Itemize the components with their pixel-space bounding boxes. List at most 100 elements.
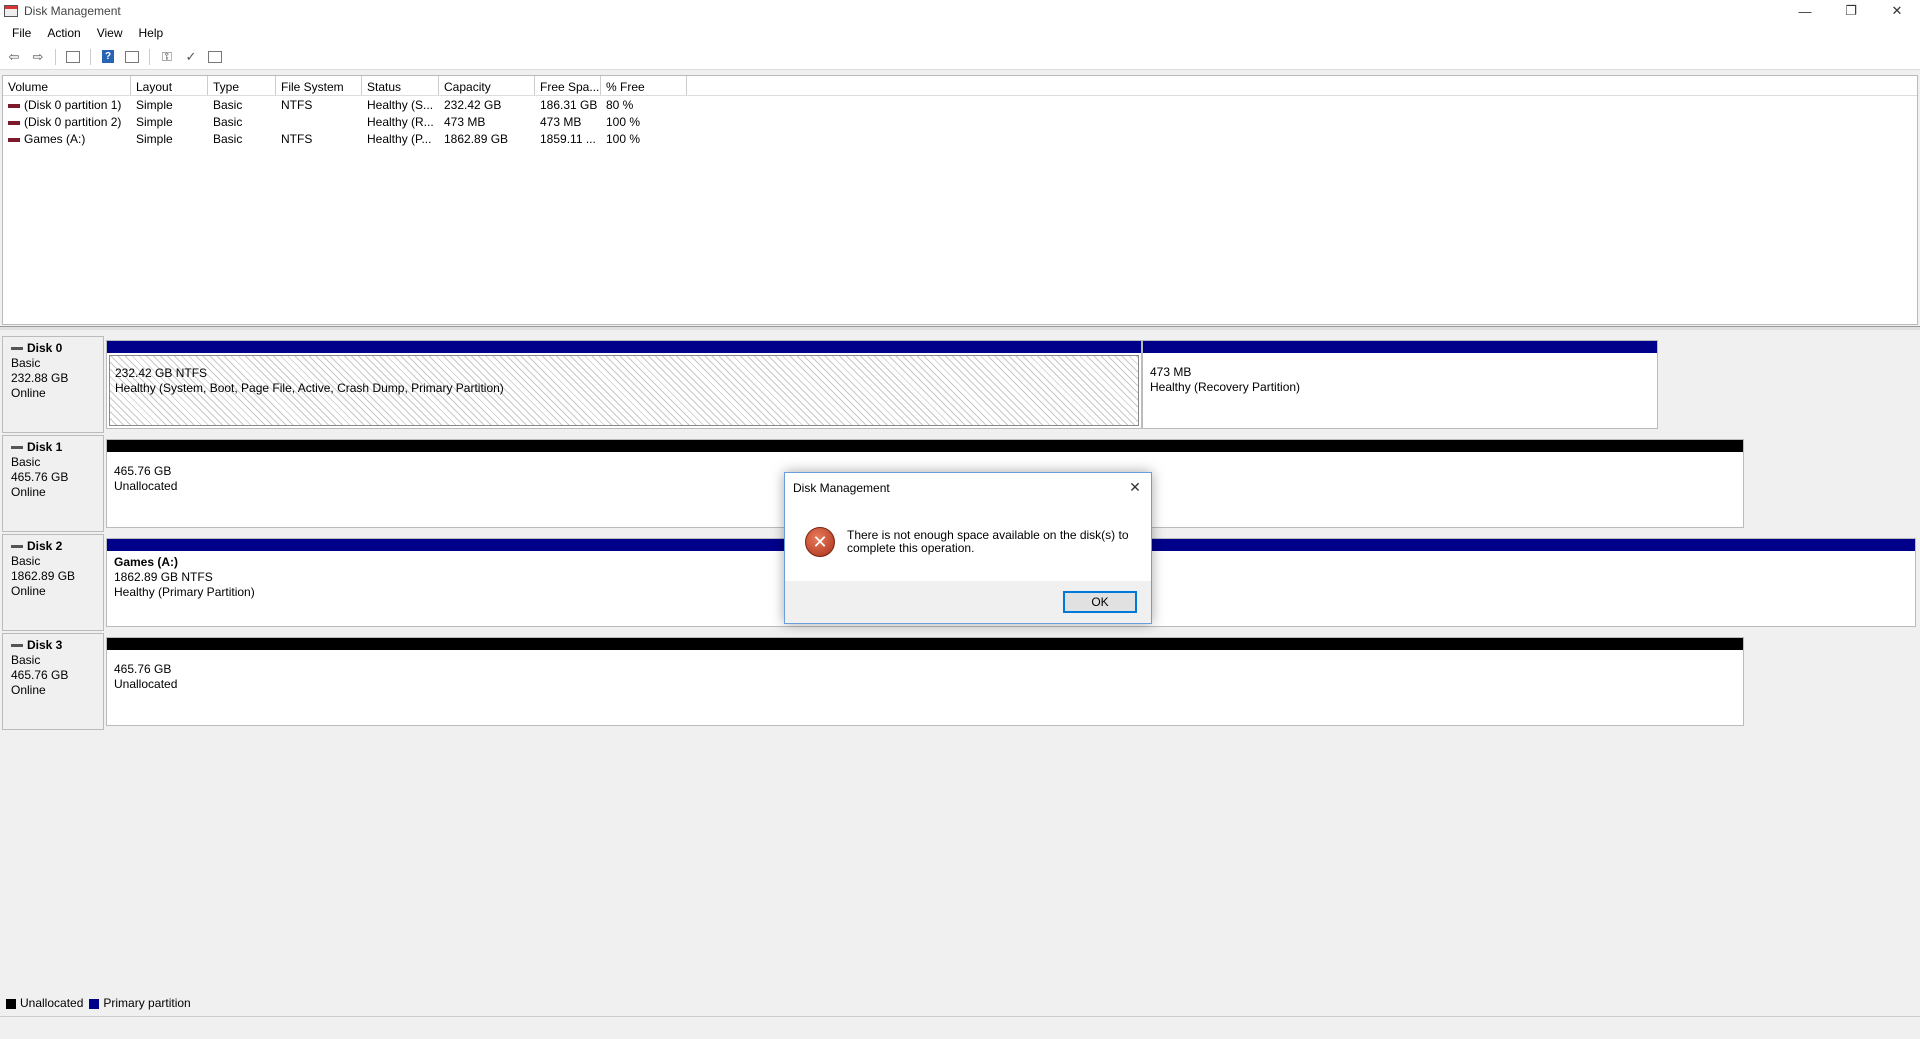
partition-body: 473 MB Healthy (Recovery Partition) [1145,355,1655,426]
cell-volume: (Disk 0 partition 2) [24,115,122,129]
cell-percent-free: 100 % [606,132,641,146]
console-tree-icon [66,50,80,63]
table-row[interactable]: (Disk 0 partition 2) Simple Basic Health… [3,113,1917,130]
connect-button[interactable]: ⚿ [157,48,177,66]
dialog-title: Disk Management [793,481,890,495]
partition-size: 473 MB [1150,365,1192,379]
forward-arrow-icon[interactable]: ⇨ [28,48,48,66]
status-bar [0,1016,1920,1039]
volume-list: Volume Layout Type File System Status Ca… [2,75,1918,325]
cell-type: Basic [213,132,243,146]
cell-layout: Simple [136,98,173,112]
disk-size: 465.76 GB [11,668,69,682]
help-button[interactable]: ? [98,48,118,66]
partition-size: 465.76 GB [114,662,172,676]
cell-status: Healthy (P... [367,132,432,146]
settings-list-button[interactable] [205,48,225,66]
cell-file-system [276,113,362,130]
cell-type: Basic [213,115,243,129]
disk-management-app-icon [4,5,18,17]
table-row[interactable]: (Disk 0 partition 1) Simple Basic NTFS H… [3,96,1917,113]
cell-layout: Simple [136,132,173,146]
disk-size: 1862.89 GB [11,569,76,583]
disk-label[interactable]: Disk 2 Basic 1862.89 GB Online [2,534,104,631]
dialog-message: There is not enough space available on t… [847,528,1129,555]
cell-status: Healthy (S... [367,98,434,112]
partition-status: Healthy (Recovery Partition) [1150,380,1301,394]
column-layout[interactable]: Layout [131,76,208,95]
legend: Unallocated Primary partition [2,994,191,1012]
cell-volume: Games (A:) [24,132,86,146]
title-bar: Disk Management — ❐ ✕ [0,0,1920,22]
restore-button[interactable]: ❐ [1828,0,1874,22]
check-icon[interactable]: ✓ [181,48,201,66]
back-arrow-icon[interactable]: ⇦ [4,48,24,66]
disk-state: Online [11,584,46,598]
cell-percent-free: 80 % [606,98,634,112]
volume-icon [8,103,20,108]
disk-name: Disk 3 [27,638,63,652]
primary-partition-bar [107,341,1141,353]
primary-partition-bar [1143,341,1657,353]
volume-list-header: Volume Layout Type File System Status Ca… [3,76,1917,96]
partition-block[interactable]: 232.42 GB NTFS Healthy (System, Boot, Pa… [106,340,1142,429]
cell-type: Basic [213,98,243,112]
table-row[interactable]: Games (A:) Simple Basic NTFS Healthy (P.… [3,130,1917,147]
menu-action[interactable]: Action [39,24,88,42]
partition-block[interactable]: 473 MB Healthy (Recovery Partition) [1142,340,1658,429]
unallocated-bar [107,440,1743,452]
pane-splitter[interactable] [0,326,1920,330]
toolbar-separator [90,48,91,65]
menu-file[interactable]: File [4,24,39,42]
legend-primary-label: Primary partition [103,996,191,1010]
disk-icon [11,545,23,549]
partition-body: 232.42 GB NTFS Healthy (System, Boot, Pa… [109,355,1139,426]
column-type[interactable]: Type [208,76,276,95]
dialog-close-button[interactable]: ✕ [1125,477,1145,497]
cell-status: Healthy (R... [367,115,434,129]
close-button[interactable]: ✕ [1874,0,1920,22]
disk-label[interactable]: Disk 1 Basic 465.76 GB Online [2,435,104,532]
primary-swatch [89,998,100,1009]
cell-capacity: 473 MB [444,115,486,129]
error-dialog: Disk Management ✕ ✕ There is not enough … [784,472,1152,624]
partition-body: 465.76 GB Unallocated [109,652,1741,723]
cell-free-space: 186.31 GB [540,98,598,112]
properties-button[interactable] [122,48,142,66]
cell-free-space: 473 MB [540,115,582,129]
ok-button[interactable]: OK [1063,591,1137,613]
menu-bar: File Action View Help [0,22,1920,44]
help-icon: ? [102,50,114,63]
disk-row-3: Disk 3 Basic 465.76 GB Online 465.76 GB … [2,633,1746,730]
dialog-footer: OK [785,581,1151,623]
toolbar: ⇦ ⇨ ? ⚿ ✓ [0,44,1920,70]
legend-primary: Primary partition [89,996,191,1010]
partition-status: Healthy (System, Boot, Page File, Active… [115,381,504,395]
column-status[interactable]: Status [362,76,439,95]
show-hide-console-tree-button[interactable] [63,48,83,66]
disk-icon [11,347,23,351]
disk-name: Disk 2 [27,539,63,553]
menu-help[interactable]: Help [131,24,172,42]
legend-unallocated: Unallocated [6,996,83,1010]
column-capacity[interactable]: Capacity [439,76,535,95]
unallocated-bar [107,638,1743,650]
column-volume[interactable]: Volume [3,76,131,95]
disk-row-0: Disk 0 Basic 232.88 GB Online 232.42 GB … [2,336,1662,433]
toolbar-separator [55,48,56,65]
column-free-space[interactable]: Free Spa... [535,76,601,95]
disk-label[interactable]: Disk 0 Basic 232.88 GB Online [2,336,104,433]
cell-layout: Simple [136,115,173,129]
minimize-button[interactable]: — [1782,0,1828,22]
cell-file-system: NTFS [281,98,313,112]
disk-state: Online [11,386,46,400]
column-percent-free[interactable]: % Free [601,76,687,95]
partition-block[interactable]: 465.76 GB Unallocated [106,637,1744,726]
column-file-system[interactable]: File System [276,76,362,95]
disk-name: Disk 0 [27,341,63,355]
menu-view[interactable]: View [89,24,131,42]
cell-volume: (Disk 0 partition 1) [24,98,122,112]
disk-label[interactable]: Disk 3 Basic 465.76 GB Online [2,633,104,730]
properties-icon [125,50,139,63]
disk-icon [11,644,23,648]
